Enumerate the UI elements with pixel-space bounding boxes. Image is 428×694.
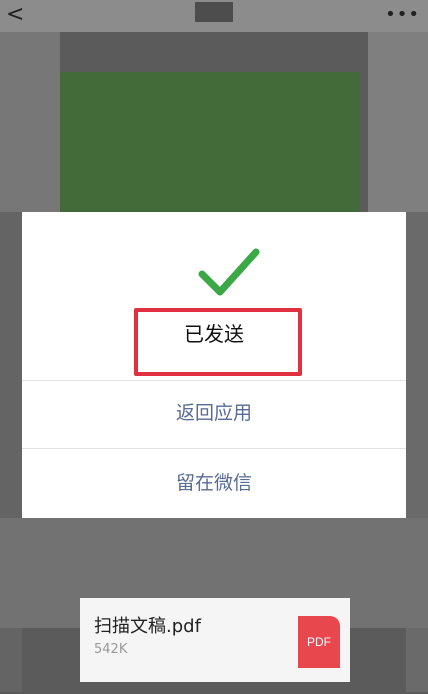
file-size: 542K (94, 642, 128, 657)
divider (22, 448, 406, 449)
checkmark-icon (198, 248, 260, 296)
file-name: 扫描文稿.pdf (94, 616, 201, 637)
sent-dialog: 已发送 返回应用 留在微信 (22, 212, 406, 518)
red-highlight-annotation (134, 308, 302, 376)
divider (22, 380, 406, 381)
return-to-app-button[interactable]: 返回应用 (22, 398, 406, 425)
file-message-card[interactable]: 扫描文稿.pdf 542K PDF (80, 598, 350, 682)
pdf-file-icon: PDF (298, 616, 340, 668)
stay-in-wechat-button[interactable]: 留在微信 (22, 468, 406, 495)
